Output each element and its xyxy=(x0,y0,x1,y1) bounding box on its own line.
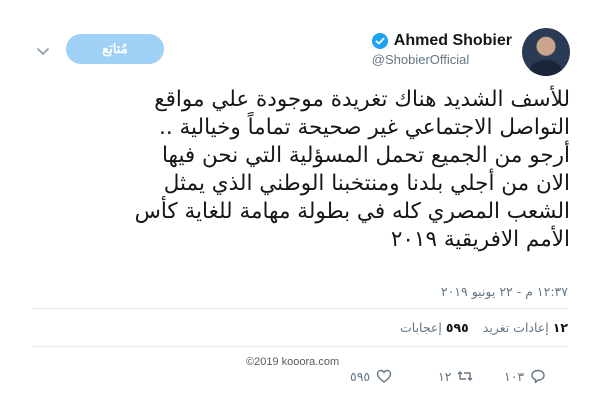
tweet-actions: ٥٩٥ ١٢ ١٠٣ xyxy=(350,368,560,388)
retweets-stat[interactable]: ١٢إعادات تغريد xyxy=(483,320,568,335)
tweet-line: الان من أجلي بلدنا ومنتخبنا الوطني الذي … xyxy=(163,171,570,196)
user-handle[interactable]: @ShobierOfficial xyxy=(372,52,512,67)
author-info: Ahmed Shobier @ShobierOfficial xyxy=(371,32,512,67)
likes-stat[interactable]: ٥٩٥إعجابات xyxy=(400,320,469,335)
tweet-line: أرجو من الجميع تحمل المسؤلية التي نحن في… xyxy=(161,143,570,168)
tweet-line: الشعب المصري كله في بطولة مهامة للغاية ك… xyxy=(134,199,570,224)
avatar[interactable] xyxy=(522,28,570,76)
chevron-down-icon[interactable] xyxy=(36,42,50,56)
tweet-timestamp[interactable]: ١٢:٣٧ م - ٢٢ يونيو ٢٠١٩ xyxy=(441,284,568,299)
display-name[interactable]: Ahmed Shobier xyxy=(394,32,512,50)
retweet-icon xyxy=(457,371,473,381)
like-count: ٥٩٥ xyxy=(350,368,371,384)
like-action[interactable]: ٥٩٥ xyxy=(350,368,392,384)
tweet-text: للأسف الشديد هناك تغريدة موجودة علي مواق… xyxy=(20,86,570,254)
retweet-count: ١٢ xyxy=(438,368,452,384)
engagement-stats: ١٢إعادات تغريد ٥٩٥إعجابات xyxy=(400,320,568,335)
watermark: ©2019 kooora.com xyxy=(246,356,340,368)
retweet-action[interactable]: ١٢ xyxy=(438,368,473,384)
reply-action[interactable]: ١٠٣ xyxy=(504,368,546,384)
tweet-line: للأسف الشديد هناك تغريدة موجودة علي مواق… xyxy=(154,87,570,112)
tweet-line: التواصل الاجتماعي غير صحيحة تماماً وخيال… xyxy=(159,115,570,140)
name-row: Ahmed Shobier xyxy=(371,32,512,50)
reply-count: ١٠٣ xyxy=(504,368,525,384)
tweet-header: Ahmed Shobier @ShobierOfficial مُتابَع xyxy=(30,28,570,78)
heart-icon xyxy=(376,369,392,383)
reply-icon xyxy=(531,369,545,384)
divider xyxy=(32,308,568,309)
following-button[interactable]: مُتابَع xyxy=(66,34,164,64)
retweets-count: ١٢ xyxy=(552,320,568,335)
likes-count: ٥٩٥ xyxy=(445,320,469,335)
likes-label: إعجابات xyxy=(400,320,442,335)
verified-badge-icon xyxy=(371,33,388,49)
retweets-label: إعادات تغريد xyxy=(482,320,549,335)
tweet-line: الأمم الافريقية ٢٠١٩ xyxy=(390,227,570,252)
divider xyxy=(32,346,568,347)
